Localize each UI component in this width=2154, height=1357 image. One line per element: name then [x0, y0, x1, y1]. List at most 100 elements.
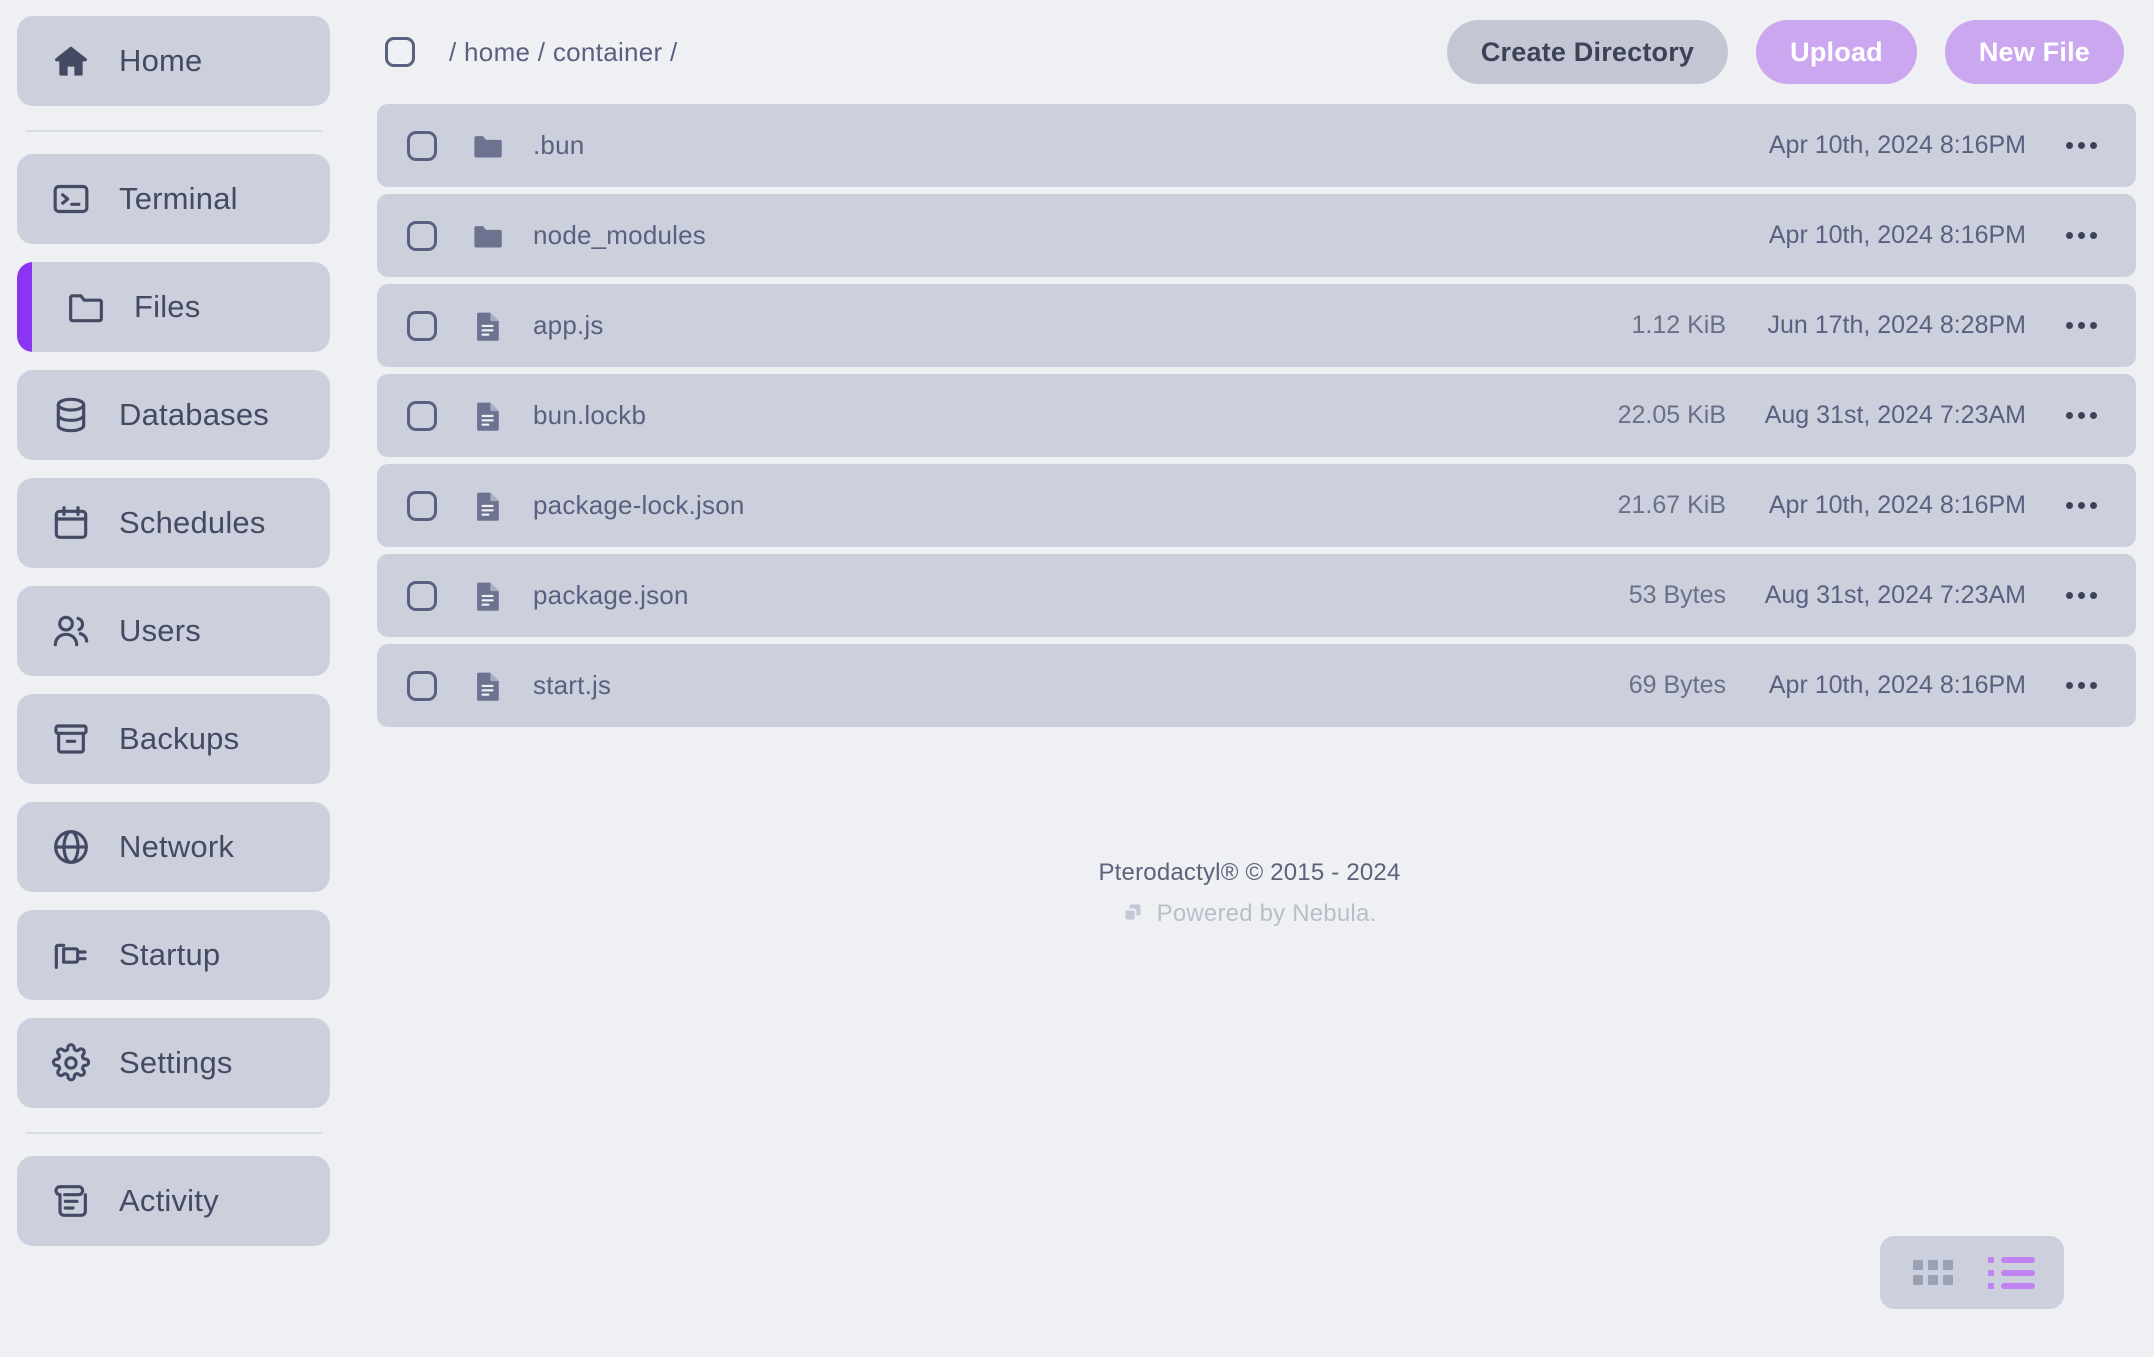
- sidebar-item-activity[interactable]: Activity: [17, 1156, 330, 1246]
- ellipsis-icon: [2065, 232, 2097, 239]
- row-context-menu-button[interactable]: [2026, 644, 2136, 727]
- sidebar-item-startup[interactable]: Startup: [17, 910, 330, 1000]
- footer-copyright: Pterodactyl® © 2015 - 2024: [1098, 859, 1401, 886]
- table-row[interactable]: package.json 53 Bytes Aug 31st, 2024 7:23A…: [377, 554, 2136, 637]
- footer-powered-by: Powered by Nebula.: [345, 900, 2154, 928]
- users-icon: [49, 609, 93, 653]
- grid-icon: [1913, 1260, 1953, 1285]
- sidebar-item-terminal[interactable]: Terminal: [17, 154, 330, 244]
- row-select-checkbox[interactable]: [407, 400, 437, 431]
- row-select-checkbox[interactable]: [407, 310, 437, 341]
- list-view-button[interactable]: [1972, 1236, 2050, 1309]
- breadcrumb[interactable]: / home / container /: [449, 37, 678, 68]
- powered-by-label: Powered by Nebula.: [1156, 900, 1377, 927]
- file-name[interactable]: package.json: [533, 580, 1506, 611]
- table-row[interactable]: bun.lockb 22.05 KiB Aug 31st, 2024 7:23AM: [377, 374, 2136, 457]
- sidebar-item-home[interactable]: Home: [17, 16, 330, 106]
- file-name[interactable]: app.js: [533, 310, 1506, 341]
- sidebar-item-label: Network: [119, 829, 235, 864]
- sidebar-item-label: Terminal: [119, 181, 238, 216]
- create-directory-button[interactable]: Create Directory: [1446, 20, 1729, 84]
- table-row[interactable]: .bun Apr 10th, 2024 8:16PM: [377, 104, 2136, 187]
- table-row[interactable]: package-lock.json 21.67 KiB Apr 10th, 2024…: [377, 464, 2136, 547]
- sidebar-divider: [25, 1132, 322, 1134]
- sidebar-item-files[interactable]: Files: [17, 262, 330, 352]
- main-content: / home / container / Create Directory Up…: [345, 0, 2154, 1357]
- file-modified-date: Aug 31st, 2024 7:23AM: [1764, 401, 2026, 429]
- folder-icon: [64, 285, 108, 329]
- row-context-menu-button[interactable]: [2026, 104, 2136, 187]
- upload-button[interactable]: Upload: [1756, 20, 1917, 84]
- select-all-checkbox[interactable]: [385, 37, 415, 67]
- file-icon: [471, 669, 505, 703]
- table-row[interactable]: app.js 1.12 KiB Jun 17th, 2024 8:28PM: [377, 284, 2136, 367]
- file-icon: [471, 399, 505, 433]
- file-modified-date: Apr 10th, 2024 8:16PM: [1768, 671, 2026, 699]
- sidebar-item-label: Backups: [119, 721, 240, 756]
- home-icon: [49, 39, 93, 83]
- sidebar-item-label: Startup: [119, 937, 221, 972]
- row-context-menu-button[interactable]: [2026, 554, 2136, 637]
- file-name[interactable]: .bun: [533, 130, 1506, 161]
- file-size: 1.12 KiB: [1631, 311, 1726, 339]
- view-mode-toggle: [1880, 1236, 2064, 1309]
- row-select-checkbox[interactable]: [407, 130, 437, 161]
- file-manager-toolbar: / home / container / Create Directory Up…: [345, 0, 2154, 104]
- table-row[interactable]: start.js 69 Bytes Apr 10th, 2024 8:16PM: [377, 644, 2136, 727]
- sidebar-item-users[interactable]: Users: [17, 586, 330, 676]
- row-context-menu-button[interactable]: [2026, 284, 2136, 367]
- file-modified-date: Aug 31st, 2024 7:23AM: [1764, 581, 2026, 609]
- file-name[interactable]: bun.lockb: [533, 400, 1506, 431]
- sidebar-item-settings[interactable]: Settings: [17, 1018, 330, 1108]
- terminal-icon: [49, 177, 93, 221]
- file-name[interactable]: package-lock.json: [533, 490, 1506, 521]
- folder-icon: [471, 129, 505, 163]
- sidebar-divider: [25, 130, 322, 132]
- row-select-checkbox[interactable]: [407, 670, 437, 701]
- file-icon: [471, 309, 505, 343]
- ellipsis-icon: [2065, 412, 2097, 419]
- list-icon: [1987, 1256, 2035, 1289]
- row-select-checkbox[interactable]: [407, 490, 437, 521]
- calendar-icon: [49, 501, 93, 545]
- row-select-checkbox[interactable]: [407, 220, 437, 251]
- sidebar-item-databases[interactable]: Databases: [17, 370, 330, 460]
- sidebar-item-backups[interactable]: Backups: [17, 694, 330, 784]
- sidebar-item-label: Users: [119, 613, 201, 648]
- table-row[interactable]: node_modules Apr 10th, 2024 8:16PM: [377, 194, 2136, 277]
- ellipsis-icon: [2065, 502, 2097, 509]
- ellipsis-icon: [2065, 322, 2097, 329]
- file-icon: [471, 579, 505, 613]
- row-select-checkbox[interactable]: [407, 580, 437, 611]
- new-file-button[interactable]: New File: [1944, 20, 2124, 84]
- plug-icon: [49, 933, 93, 977]
- sidebar-item-label: Activity: [119, 1183, 219, 1218]
- footer: Pterodactyl® © 2015 - 2024 Powered by Ne…: [345, 859, 2154, 928]
- folder-icon: [471, 219, 505, 253]
- file-modified-date: Apr 10th, 2024 8:16PM: [1768, 131, 2026, 159]
- file-modified-date: Apr 10th, 2024 8:16PM: [1768, 491, 2026, 519]
- file-icon: [471, 489, 505, 523]
- row-context-menu-button[interactable]: [2026, 464, 2136, 547]
- gear-icon: [49, 1041, 93, 1085]
- nebula-logo-icon: [1123, 903, 1145, 925]
- ellipsis-icon: [2065, 682, 2097, 689]
- file-size: 69 Bytes: [1628, 671, 1726, 699]
- app-root: Home Terminal Files Databases Schedules Users…: [0, 0, 2154, 1357]
- globe-icon: [49, 825, 93, 869]
- sidebar-item-network[interactable]: Network: [17, 802, 330, 892]
- row-context-menu-button[interactable]: [2026, 374, 2136, 457]
- file-size: 53 Bytes: [1628, 581, 1726, 609]
- file-modified-date: Jun 17th, 2024 8:28PM: [1767, 311, 2026, 339]
- sidebar-item-label: Databases: [119, 397, 270, 432]
- sidebar-item-label: Files: [134, 289, 201, 324]
- sidebar-item-schedules[interactable]: Schedules: [17, 478, 330, 568]
- file-size: 22.05 KiB: [1617, 401, 1726, 429]
- file-list: .bun Apr 10th, 2024 8:16PM node_modules Apr…: [345, 104, 2154, 727]
- row-context-menu-button[interactable]: [2026, 194, 2136, 277]
- sidebar: Home Terminal Files Databases Schedules Users…: [0, 0, 345, 1357]
- file-name[interactable]: node_modules: [533, 220, 1506, 251]
- file-name[interactable]: start.js: [533, 670, 1506, 701]
- file-modified-date: Apr 10th, 2024 8:16PM: [1768, 221, 2026, 249]
- grid-view-button[interactable]: [1894, 1236, 1972, 1309]
